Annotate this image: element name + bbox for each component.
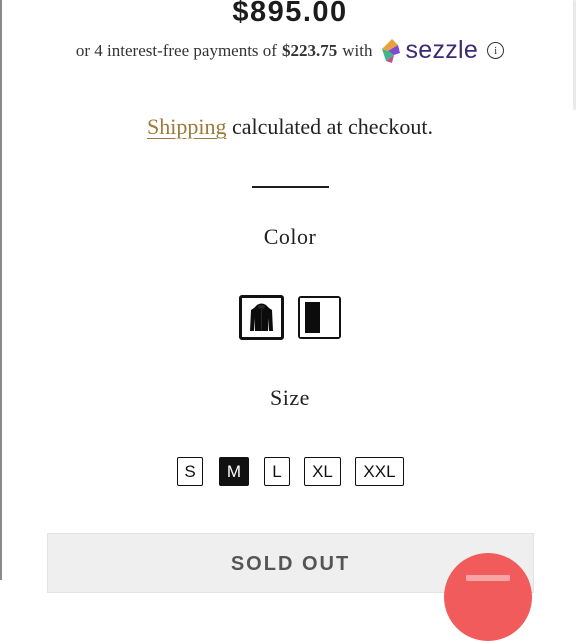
shipping-link[interactable]: Shipping bbox=[147, 114, 226, 139]
chat-icon bbox=[466, 575, 510, 581]
divider bbox=[252, 186, 329, 188]
sezzle-wordmark: sezzle bbox=[405, 36, 479, 64]
info-icon[interactable]: i bbox=[487, 42, 505, 59]
sezzle-logo[interactable]: sezzle bbox=[378, 36, 478, 65]
product-price: $895.00 bbox=[232, 0, 348, 28]
installment-suffix: with bbox=[342, 40, 373, 60]
installment-prefix: or 4 interest-free payments of bbox=[75, 40, 277, 60]
chat-fab-button[interactable] bbox=[444, 553, 532, 641]
size-option-xl[interactable]: XL bbox=[304, 457, 341, 486]
installment-amount: $223.75 bbox=[281, 40, 338, 60]
swatch-black-white[interactable] bbox=[298, 296, 341, 339]
left-border bbox=[0, 0, 2, 580]
size-option-l[interactable]: L bbox=[264, 457, 290, 486]
shipping-note: Shipping calculated at checkout. bbox=[0, 114, 580, 140]
swatch-black-jacket[interactable] bbox=[239, 295, 284, 340]
black-white-swatch-icon bbox=[300, 298, 339, 337]
size-option-xxl[interactable]: XXL bbox=[355, 457, 404, 486]
size-option-m[interactable]: M bbox=[219, 457, 249, 486]
size-option-s[interactable]: S bbox=[177, 457, 203, 486]
installment-info: or 4 interest-free payments of $223.75 w… bbox=[0, 36, 580, 65]
jacket-icon bbox=[242, 298, 281, 337]
shipping-text: calculated at checkout. bbox=[232, 114, 433, 139]
color-label: Color bbox=[263, 224, 317, 249]
sezzle-logo-icon bbox=[382, 38, 401, 63]
size-label: Size bbox=[270, 385, 310, 410]
